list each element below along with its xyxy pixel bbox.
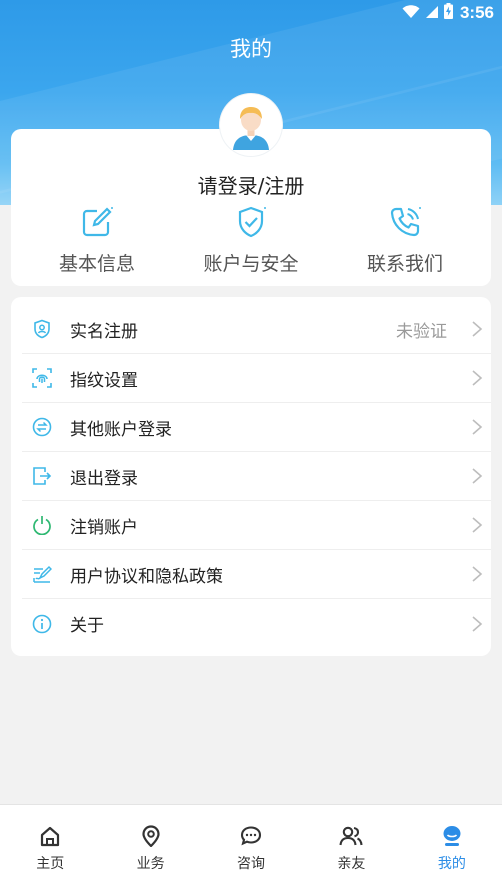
menu-label: 用户协议和隐私政策 [70, 566, 223, 587]
tab-label: 咨询 [237, 856, 266, 872]
tab-label: 亲友 [337, 856, 366, 872]
menu-item-other-account-login[interactable]: 其他账户登录 [22, 403, 491, 452]
chevron-right-icon [472, 370, 483, 386]
verification-status: 未验证 [396, 321, 447, 342]
agreement-icon [31, 563, 53, 585]
info-icon [31, 613, 53, 635]
shield-check-icon [186, 203, 316, 241]
menu-item-about[interactable]: 关于 [22, 599, 491, 648]
chevron-right-icon [472, 517, 483, 533]
chevron-right-icon [472, 615, 483, 632]
basic-info-label: 基本信息 [58, 253, 135, 275]
chevron-right-icon [472, 566, 483, 582]
tab-mine[interactable]: 我的 [402, 805, 502, 892]
menu-item-logout[interactable]: 退出登录 [22, 452, 491, 501]
contact-us-label: 联系我们 [366, 253, 443, 275]
account-security-button[interactable]: 账户与安全 [186, 203, 316, 276]
tab-label: 业务 [136, 856, 165, 872]
tab-home[interactable]: 主页 [0, 805, 100, 892]
logout-icon [31, 465, 53, 487]
tab-label: 我的 [437, 856, 466, 872]
switch-account-icon [31, 416, 53, 438]
settings-menu: 实名注册 未验证 指纹设置 其他账户登录 退出登录 注销账户 用户协议和隐私政策… [11, 297, 491, 656]
battery-charging-icon [443, 3, 453, 23]
bottom-tab-bar: 主页 业务 咨询 亲友 我的 [0, 804, 502, 892]
chat-icon [240, 826, 262, 846]
login-register-link[interactable]: 请登录/注册 [0, 170, 502, 199]
menu-label: 关于 [70, 616, 104, 636]
tab-label: 主页 [36, 856, 65, 872]
user-avatar-icon[interactable] [220, 94, 282, 156]
menu-item-fingerprint[interactable]: 指纹设置 [22, 354, 491, 403]
edit-icon [32, 203, 162, 241]
home-icon [41, 826, 60, 847]
friends-icon [339, 826, 363, 846]
menu-item-cancel-account[interactable]: 注销账户 [22, 501, 491, 550]
signal-icon [425, 4, 439, 23]
account-security-label: 账户与安全 [203, 253, 299, 275]
status-bar: 3:56 [0, 0, 502, 26]
profile-icon [443, 826, 461, 846]
menu-label: 注销账户 [70, 517, 138, 538]
menu-item-real-name[interactable]: 实名注册 未验证 [22, 305, 491, 354]
menu-label: 退出登录 [70, 468, 138, 489]
phone-icon [340, 203, 470, 241]
menu-label: 指纹设置 [70, 370, 138, 391]
page-title: 我的 [230, 37, 272, 61]
id-shield-icon [31, 318, 53, 340]
chevron-right-icon [472, 419, 483, 435]
contact-us-button[interactable]: 联系我们 [340, 203, 470, 276]
tab-consult[interactable]: 咨询 [201, 805, 301, 892]
location-icon [142, 825, 160, 847]
tab-friends[interactable]: 亲友 [301, 805, 401, 892]
menu-item-user-agreement[interactable]: 用户协议和隐私政策 [22, 550, 491, 599]
menu-label: 其他账户登录 [70, 419, 172, 440]
fingerprint-icon [31, 367, 53, 389]
basic-info-button[interactable]: 基本信息 [32, 203, 162, 276]
chevron-right-icon [472, 468, 483, 484]
wifi-icon [402, 4, 420, 23]
tab-business[interactable]: 业务 [100, 805, 200, 892]
menu-label: 实名注册 [70, 321, 138, 342]
power-icon [31, 514, 53, 536]
chevron-right-icon [472, 321, 483, 337]
status-time: 3:56 [459, 3, 494, 22]
